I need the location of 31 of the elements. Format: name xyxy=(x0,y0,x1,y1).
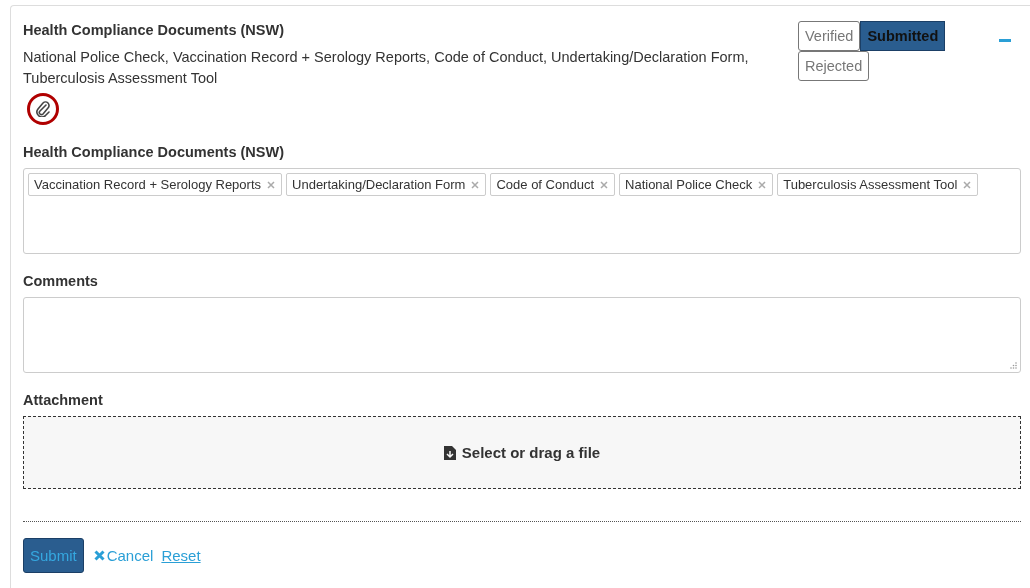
remove-icon[interactable] xyxy=(471,180,480,189)
remove-icon[interactable] xyxy=(600,180,608,189)
document-tag[interactable]: Tuberculosis Assessment Tool xyxy=(777,173,979,196)
field-label: Comments xyxy=(23,273,99,289)
status-button[interactable]: Rejected xyxy=(798,51,870,81)
remove-icon[interactable] xyxy=(758,180,767,189)
remove-icon[interactable] xyxy=(267,180,276,189)
field-label: Health Compliance Documents (NSW) xyxy=(23,144,286,160)
resize-handle-icon[interactable] xyxy=(1010,362,1017,369)
file-upload-icon xyxy=(443,445,456,460)
document-tag[interactable]: Vaccination Record + Serology Reports xyxy=(28,173,283,196)
tags-field[interactable]: Vaccination Record + Serology Reports Undertaking/Declaration Form Code of Conduct National Police Check Tuberculosis Assessment Tool xyxy=(23,168,1021,254)
status-button[interactable]: Verified xyxy=(798,21,861,51)
close-icon[interactable] xyxy=(93,550,105,561)
paperclip-icon[interactable] xyxy=(35,101,51,117)
tag-label: Tuberculosis Assessment Tool xyxy=(783,177,958,192)
tag-label: Undertaking/Declaration Form xyxy=(292,177,466,192)
comments-field[interactable] xyxy=(23,297,1021,373)
attachment-highlight[interactable] xyxy=(27,93,59,125)
dropzone-text: Select or drag a file xyxy=(461,444,601,461)
tag-label: Code of Conduct xyxy=(496,177,594,192)
tag-label: Vaccination Record + Serology Reports xyxy=(34,177,262,192)
file-dropzone[interactable]: Select or drag a file xyxy=(23,416,1021,489)
document-tag[interactable]: Undertaking/Declaration Form xyxy=(286,173,487,196)
section-title: Health Compliance Documents (NSW) xyxy=(23,22,286,38)
document-tag[interactable]: National Police Check xyxy=(619,173,774,196)
field-label: Attachment xyxy=(23,392,104,408)
remove-icon[interactable] xyxy=(963,180,972,189)
tag-label: National Police Check xyxy=(625,177,753,192)
document-tag[interactable]: Code of Conduct xyxy=(490,173,615,196)
section-summary: National Police Check, Vaccination Record + Serology Reports, Code of Conduct, Undertaking/Declaration Form, Tuberculosis Assessment Tool xyxy=(23,48,750,88)
